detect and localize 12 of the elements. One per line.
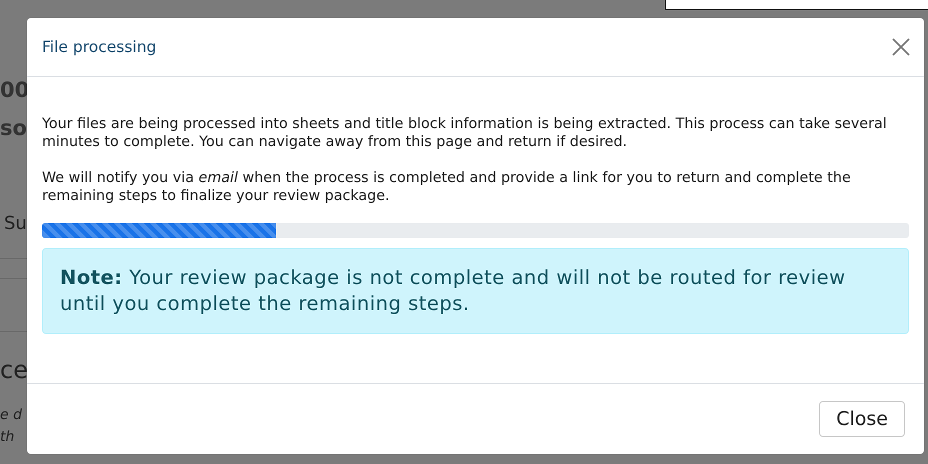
close-button[interactable]: Close — [819, 401, 905, 437]
message-text: We will notify you via email when the process is completed and provide a link for you to return and complete the remaining steps to finalize your review package. — [42, 169, 852, 205]
background-text: Su — [4, 215, 27, 233]
message-text: Your files are being processed into sheets and title block information is being extracted. This process can take several minutes to complete. You can navigate away from this page and return if desired. — [42, 115, 888, 151]
dialog-title: File processing — [42, 38, 156, 56]
close-icon[interactable] — [892, 38, 910, 56]
background-text: 00 — [0, 80, 30, 101]
background-text: th — [0, 430, 14, 444]
note-text: Note: Your review package is not complete and will not be routed for review until you complete the remaining steps. — [60, 266, 846, 315]
background-text: so — [0, 118, 27, 139]
background-text: ce — [0, 358, 28, 382]
background-text: e d — [0, 408, 22, 422]
